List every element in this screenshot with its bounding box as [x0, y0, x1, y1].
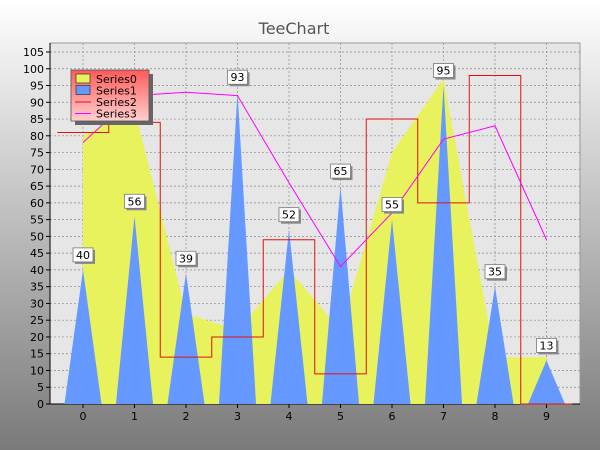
y-tick-label: 30: [30, 297, 44, 310]
x-tick-label: 3: [234, 410, 241, 423]
y-tick-label: 60: [30, 197, 44, 210]
x-tick-label: 9: [543, 410, 550, 423]
series1-mark-label: 95: [437, 65, 451, 78]
chart-container: TeeChart 0 5 10 15 20 25 30 35 40 45 50 55 60 65 70 75 8…: [0, 0, 600, 450]
series1-mark-label: 65: [334, 165, 348, 178]
y-tick-label: 80: [30, 130, 44, 143]
y-tick-label: 50: [30, 230, 44, 243]
y-tick-label: 35: [30, 281, 44, 294]
series1-mark-label: 39: [179, 252, 193, 265]
y-tick-label: 105: [23, 46, 44, 59]
series1-mark-label: 93: [231, 71, 245, 84]
x-tick-label: 7: [440, 410, 447, 423]
y-tick-label: 55: [30, 214, 44, 227]
y-tick-label: 75: [30, 147, 44, 160]
chart-svg: TeeChart 0510152025303540455055606570758…: [0, 0, 600, 450]
y-tick-label: 20: [30, 331, 44, 344]
x-tick-label: 0: [80, 410, 87, 423]
y-tick-label: 70: [30, 163, 44, 176]
legend-swatch: [75, 73, 91, 84]
x-tick-label: 1: [131, 410, 138, 423]
y-tick-label: 95: [30, 80, 44, 93]
x-tick-label: 5: [337, 410, 344, 423]
x-tick-label: 6: [389, 410, 396, 423]
y-tick-label: 40: [30, 264, 44, 277]
y-tick-label: 65: [30, 180, 44, 193]
y-tick-label: 15: [30, 348, 44, 361]
series1-mark-label: 56: [128, 195, 142, 208]
series1-mark-label: 40: [76, 249, 90, 262]
legend-entry-label: Series3: [96, 108, 137, 121]
y-tick-label: 100: [23, 63, 44, 76]
y-tick-label: 25: [30, 314, 44, 327]
x-tick-label: 4: [286, 410, 293, 423]
x-tick-label: 8: [492, 410, 499, 423]
y-tick-label: 5: [37, 381, 44, 394]
y-tick-label: 90: [30, 96, 44, 109]
legend-swatch: [75, 85, 91, 95]
y-tick-label: 45: [30, 247, 44, 260]
series1-mark-label: 13: [540, 339, 554, 352]
y-tick-label: 85: [30, 113, 44, 126]
series1-mark-label: 55: [385, 199, 399, 212]
x-tick-label: 2: [183, 410, 190, 423]
series1-mark-label: 52: [282, 209, 296, 222]
y-tick-label: 0: [37, 398, 44, 411]
series1-mark-label: 35: [488, 266, 502, 279]
y-tick-label: 10: [30, 364, 44, 377]
chart-title: TeeChart: [258, 19, 330, 38]
